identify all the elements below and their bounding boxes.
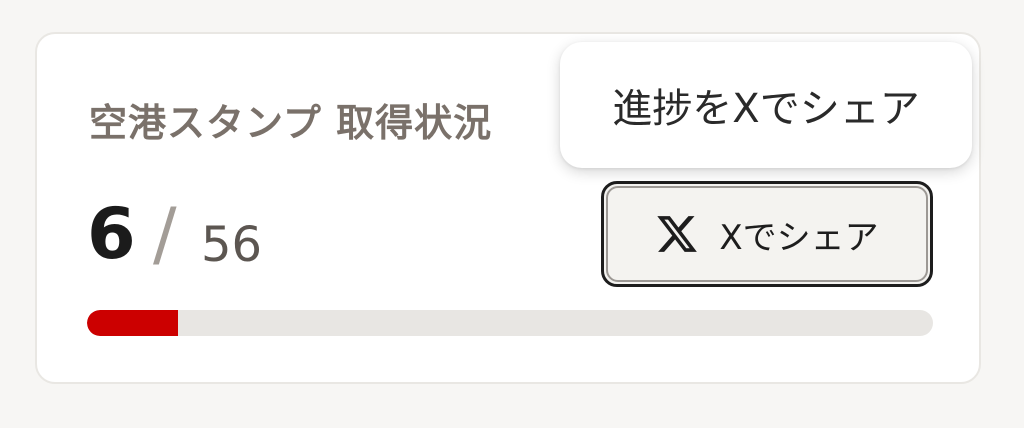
share-button-label: Xでシェア — [719, 217, 879, 258]
share-on-x-button[interactable]: Xでシェア — [601, 181, 933, 287]
share-tooltip: 進捗をXでシェア — [560, 42, 972, 168]
progress-bar-fill — [87, 310, 178, 336]
x-logo-icon — [657, 216, 698, 252]
progress-bar — [87, 310, 933, 336]
count-separator: / — [153, 193, 177, 275]
share-tooltip-text: 進捗をXでシェア — [612, 86, 920, 132]
card-title: 空港スタンプ 取得状況 — [89, 101, 493, 145]
total-count: 56 — [201, 217, 263, 273]
collected-count: 6 — [87, 193, 136, 275]
